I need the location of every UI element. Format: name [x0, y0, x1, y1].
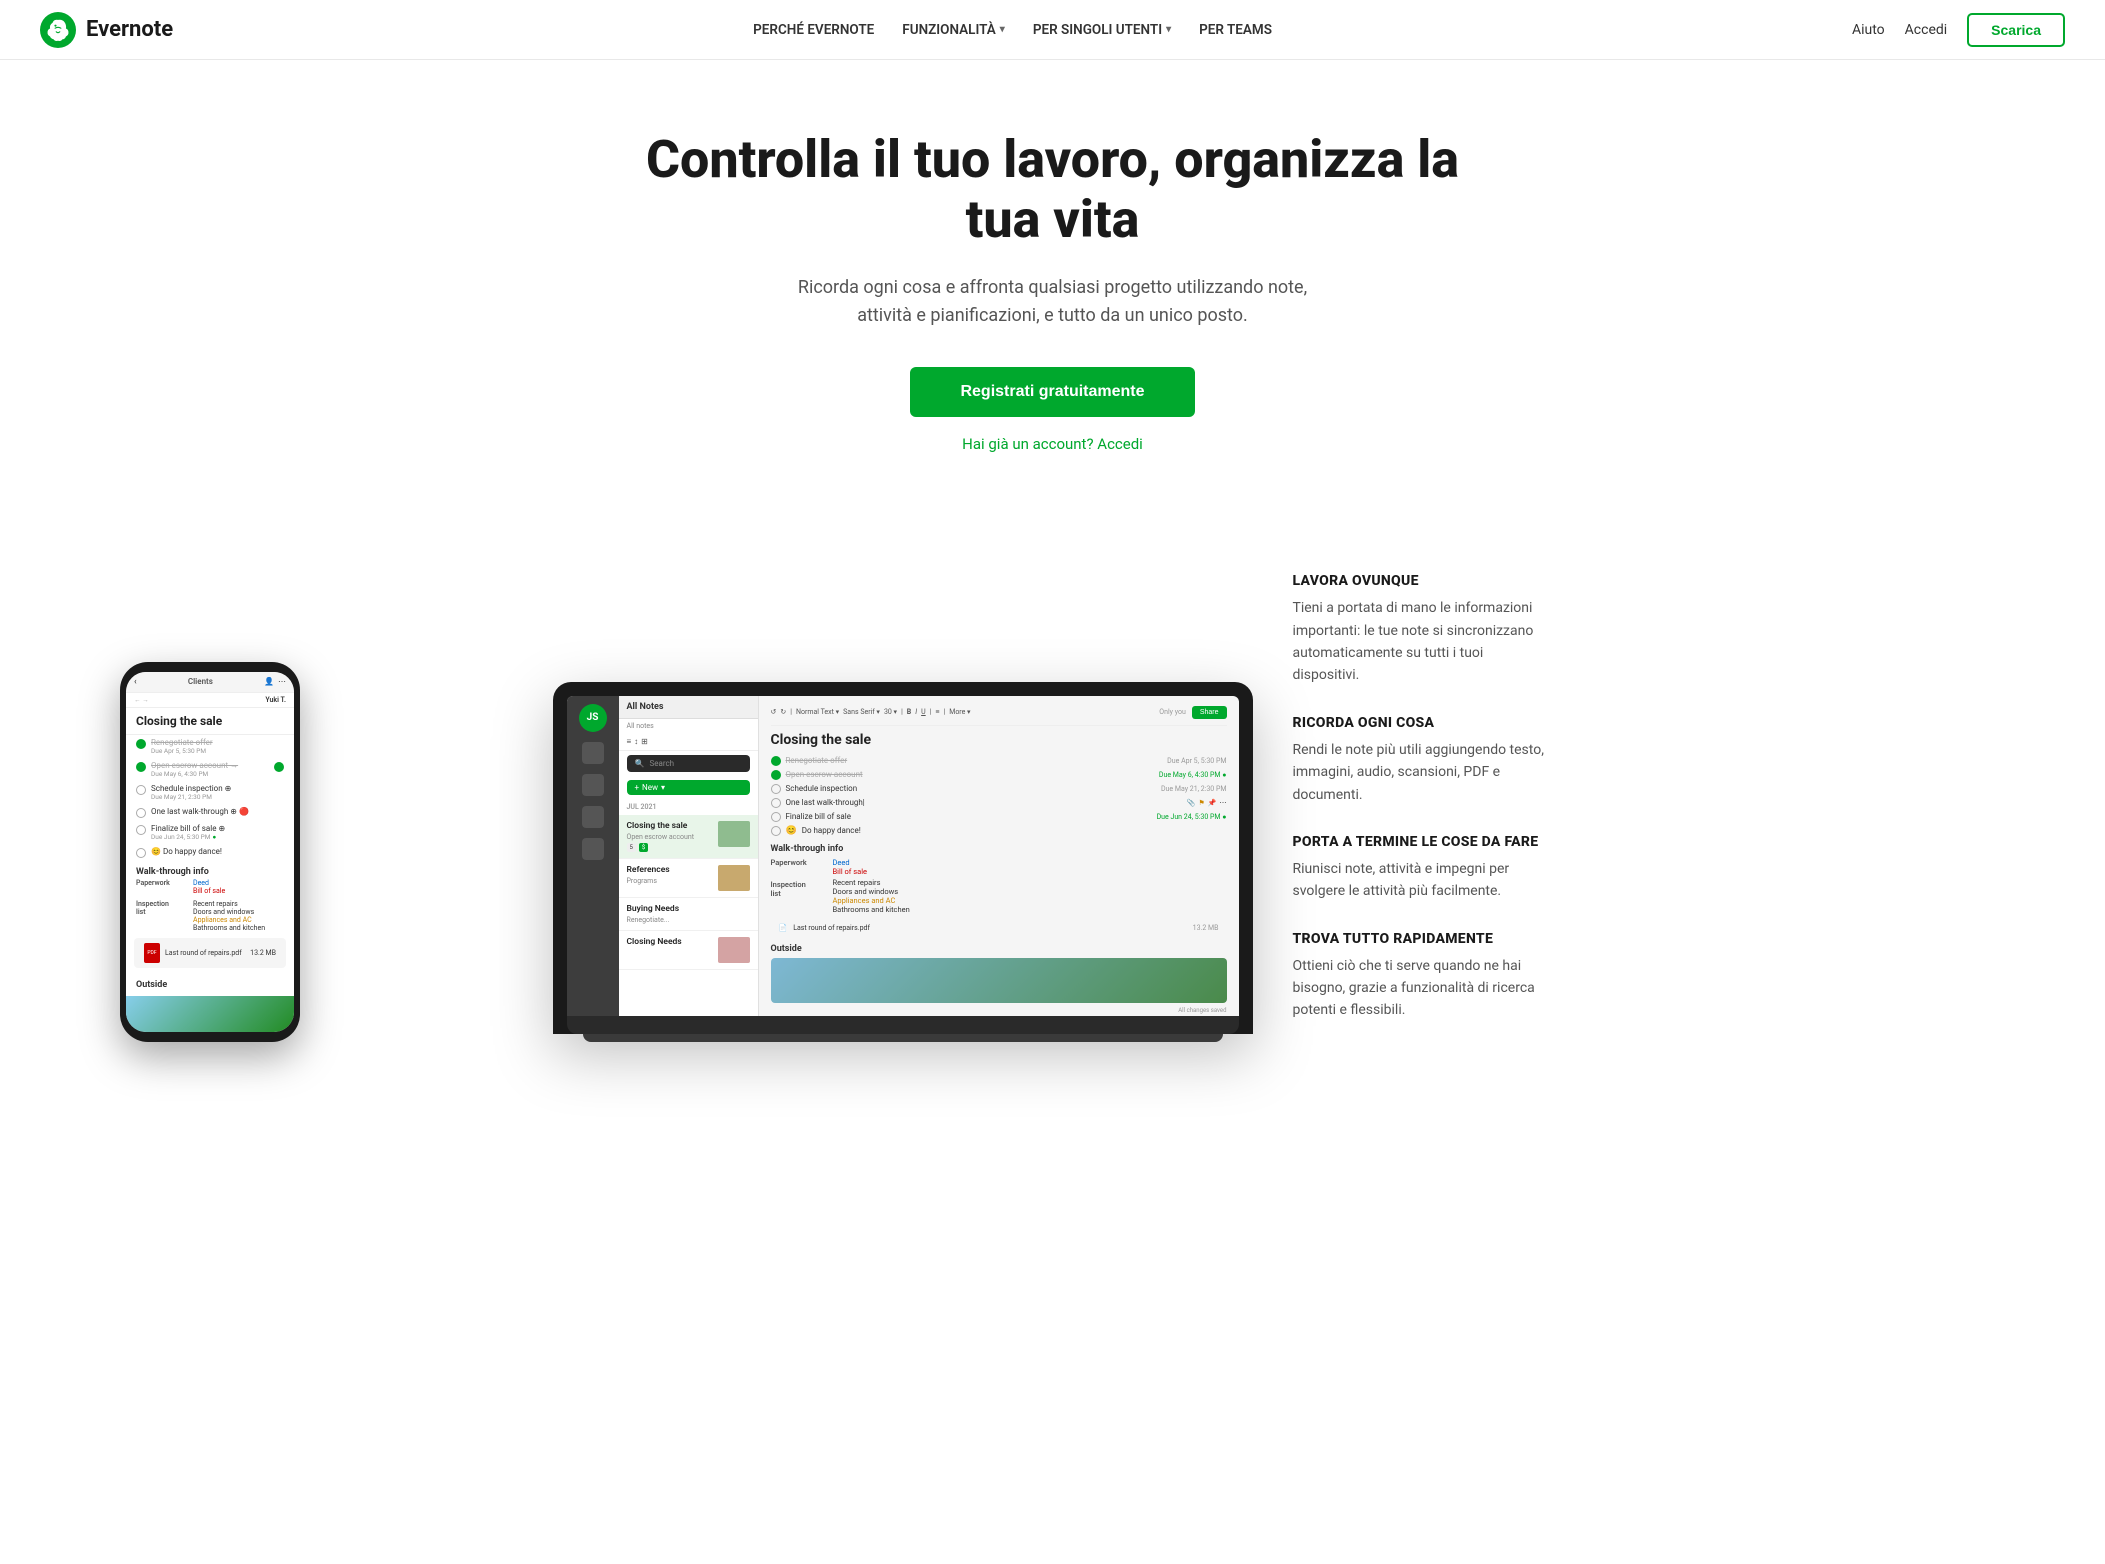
phone-more-icon[interactable]: ⋯: [278, 677, 286, 686]
task-1: Renegotiate offer Due Apr 5, 5:30 PM: [771, 756, 1227, 766]
italic-icon[interactable]: I: [915, 708, 917, 716]
note-thumbnail: [718, 821, 750, 847]
phone-back-icon[interactable]: ‹: [134, 677, 137, 687]
nav-links: PERCHÉ EVERNOTE FUNZIONALITÀ ▾ PER SINGO…: [753, 22, 1272, 38]
chevron-down-icon: ▾: [1000, 24, 1005, 35]
chevron-down-icon-2: ▾: [1166, 24, 1171, 35]
search-bar[interactable]: 🔍 Search: [627, 755, 750, 772]
sidebar-notebooks-icon: [582, 838, 604, 860]
new-arrow-icon: ▾: [661, 783, 665, 792]
task-6: 😊 Do happy dance!: [771, 826, 1227, 836]
undo-icon[interactable]: ↺: [771, 708, 777, 716]
register-button[interactable]: Registrati gratuitamente: [910, 367, 1194, 417]
new-note-button[interactable]: + New ▾: [627, 780, 750, 795]
share-button[interactable]: Share: [1192, 706, 1227, 719]
pdf-attachment[interactable]: 📄 Last round of repairs.pdf 13.2 MB: [771, 920, 1227, 936]
sidebar-notes-icon: [582, 774, 604, 796]
filter-icon: ≡: [627, 737, 632, 746]
bold-icon[interactable]: B: [907, 708, 911, 716]
nav-logo[interactable]: Evernote: [40, 12, 173, 48]
logo-text: Evernote: [86, 17, 173, 42]
navbar: Evernote PERCHÉ EVERNOTE FUNZIONALITÀ ▾ …: [0, 0, 2105, 60]
note-item-closing[interactable]: Closing the sale Open escrow account 5 $: [619, 815, 758, 859]
phone-task-3: Schedule inspection ⊕ Due May 21, 2:30 P…: [126, 781, 294, 804]
phone-task-1: Renegotiate offer Due Apr 5, 5:30 PM: [126, 735, 294, 758]
nav-link-singoli[interactable]: PER SINGOLI UTENTI ▾: [1033, 22, 1171, 38]
sidebar-tasks-icon: [582, 806, 604, 828]
task-2: Open escrow account Due May 6, 4:30 PM ●: [771, 770, 1227, 780]
attach-icon: 📎: [1187, 799, 1196, 807]
outside-image: [771, 958, 1227, 1003]
hero-title: Controlla il tuo lavoro, organizza la tu…: [603, 130, 1503, 250]
phone-task-2: Open escrow account → Due May 6, 4:30 PM: [126, 758, 294, 781]
note-item-2[interactable]: References Programs: [619, 859, 758, 898]
task-3: Schedule inspection Due May 21, 2:30 PM: [771, 784, 1227, 794]
note-thumbnail-3: [718, 937, 750, 963]
login-cta[interactable]: Hai già un account? Accedi: [20, 435, 2085, 453]
feature-3: PORTA A TERMINE LE COSE DA FARE Riunisci…: [1293, 834, 1553, 903]
app-showcase: JS All Notes All notes ≡: [0, 493, 2105, 1042]
sidebar-user-icon: JS: [579, 704, 607, 732]
nav-link-funzionalita[interactable]: FUNZIONALITÀ ▾: [902, 22, 1005, 38]
phone-pdf[interactable]: PDF Last round of repairs.pdf 13.2 MB: [134, 938, 286, 968]
pin-icon: 📌: [1208, 799, 1217, 807]
phone-device: ‹ Clients 👤 ⋯ ← → Yuki T. Closing the sa…: [120, 662, 300, 1042]
scarica-button[interactable]: Scarica: [1967, 13, 2065, 47]
note-thumbnail-2: [718, 865, 750, 891]
phone-task-6: 😊 Do happy dance!: [126, 844, 294, 861]
align-icon[interactable]: ≡: [935, 708, 939, 716]
note-item-4[interactable]: Closing Needs: [619, 931, 758, 970]
hero-section: Controlla il tuo lavoro, organizza la tu…: [0, 60, 2105, 493]
feature-1: LAVORA OVUNQUE Tieni a portata di mano l…: [1293, 573, 1553, 687]
task-4: One last walk-through| 📎 ⚑ 📌 ⋯: [771, 798, 1227, 808]
evernote-logo-icon: [40, 12, 76, 48]
phone-task-4: One last walk-through ⊕ 🔴: [126, 804, 294, 821]
note-item-3[interactable]: Buying Needs Renegotiate...: [619, 898, 758, 931]
phone-profile-icon: 👤: [264, 677, 274, 686]
phone-task-5: Finalize bill of sale ⊕ Due Jun 24, 5:30…: [126, 821, 294, 844]
task-5: Finalize bill of sale Due Jun 24, 5:30 P…: [771, 812, 1227, 822]
feature-4: TROVA TUTTO RAPIDAMENTE Ottieni ciò che …: [1293, 931, 1553, 1022]
login-link[interactable]: Accedi: [1905, 22, 1948, 38]
redo-icon[interactable]: ↻: [780, 708, 786, 716]
feature-2: RICORDA OGNI COSA Rendi le note più util…: [1293, 715, 1553, 806]
view-icon: ⊞: [641, 737, 648, 746]
search-placeholder-text: Search: [649, 759, 674, 768]
features-section: LAVORA OVUNQUE Tieni a portata di mano l…: [1253, 553, 1553, 1042]
sort-icon: ↕: [634, 737, 638, 746]
hero-subtitle: Ricorda ogni cosa e affronta qualsiasi p…: [793, 274, 1313, 332]
nav-right: Aiuto Accedi Scarica: [1852, 13, 2065, 47]
search-icon: 🔍: [635, 759, 645, 768]
pdf-icon: 📄: [779, 924, 788, 932]
all-notes-label: All Notes: [627, 702, 664, 712]
plus-icon: +: [635, 783, 640, 792]
flag-icon: ⚑: [1199, 799, 1205, 807]
help-link[interactable]: Aiuto: [1852, 22, 1885, 38]
phone-outside-image: [126, 996, 294, 1032]
nav-link-perche[interactable]: PERCHÉ EVERNOTE: [753, 22, 874, 38]
more-icon: ⋯: [1220, 799, 1227, 807]
laptop-device: JS All Notes All notes ≡: [553, 682, 1253, 1042]
nav-link-teams[interactable]: PER TEAMS: [1199, 22, 1272, 38]
underline-icon[interactable]: U: [921, 708, 926, 716]
sidebar-home-icon: [582, 742, 604, 764]
